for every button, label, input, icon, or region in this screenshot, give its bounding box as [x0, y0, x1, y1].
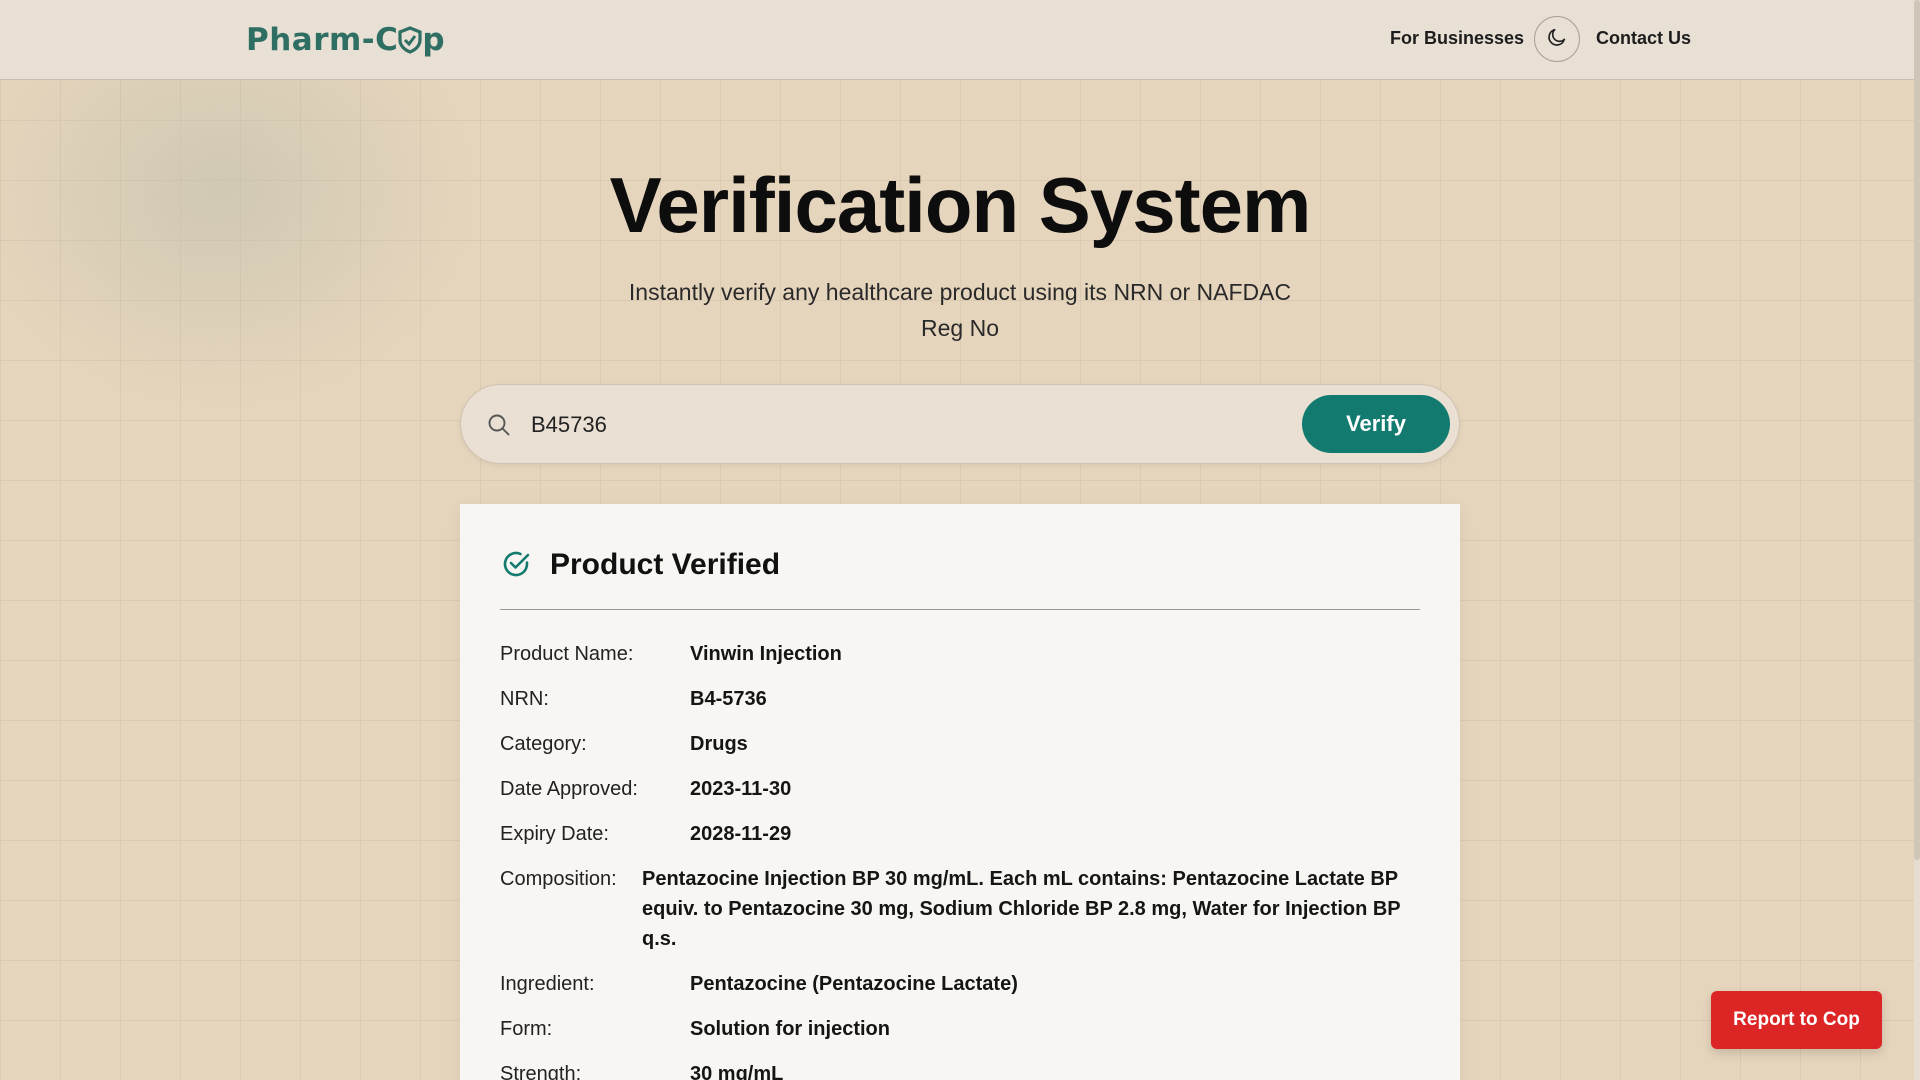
result-title: Product Verified: [550, 548, 781, 581]
product-details: Product Name: Vinwin Injection NRN: B4-5…: [500, 639, 1420, 1080]
detail-value: Pentazocine (Pentazocine Lactate): [690, 973, 1018, 995]
pharm-cop-logo[interactable]: Pharm-C p: [246, 22, 445, 62]
detail-row-ingredient: Ingredient: Pentazocine (Pentazocine Lac…: [500, 969, 1420, 999]
shield-check-icon: [398, 26, 423, 62]
search-input[interactable]: [531, 405, 1231, 445]
detail-row-date-approved: Date Approved: 2023-11-30: [500, 774, 1420, 804]
result-header: Product Verified: [500, 544, 1420, 610]
detail-label: Composition:: [500, 868, 617, 890]
logo-text-prefix: Pharm-C: [246, 22, 399, 58]
detail-value: Solution for injection: [690, 1018, 890, 1040]
search-bar: Verify: [460, 384, 1460, 464]
detail-label: Strength:: [500, 1063, 582, 1080]
scrollbar-thumb[interactable]: [1914, 0, 1920, 860]
detail-label: Ingredient:: [500, 973, 595, 995]
moon-icon: [1546, 26, 1568, 53]
detail-value: Pentazocine Injection BP 30 mg/mL. Each …: [642, 868, 1401, 950]
detail-value: Vinwin Injection: [690, 643, 842, 665]
detail-row-product-name: Product Name: Vinwin Injection: [500, 639, 1420, 669]
detail-label: NRN:: [500, 688, 549, 710]
detail-label: Product Name:: [500, 643, 634, 665]
top-navbar: Pharm-C p For Businesses Contact Us: [0, 0, 1914, 80]
search-icon: [487, 413, 511, 442]
page-subtitle: Instantly verify any healthcare product …: [628, 279, 1292, 341]
report-to-cop-button[interactable]: Report to Cop: [1711, 991, 1882, 1049]
detail-value: 30 mg/mL: [690, 1063, 784, 1080]
detail-value: B4-5736: [690, 688, 767, 710]
detail-value: Drugs: [690, 733, 748, 755]
detail-row-expiry-date: Expiry Date: 2028-11-29: [500, 819, 1420, 849]
detail-row-nrn: NRN: B4-5736: [500, 684, 1420, 714]
detail-row-form: Form: Solution for injection: [500, 1014, 1420, 1044]
theme-toggle-button[interactable]: [1534, 16, 1580, 62]
detail-label: Category:: [500, 733, 587, 755]
nav-contact-us-link[interactable]: Contact Us: [1596, 28, 1691, 49]
verification-result-card: Product Verified Product Name: Vinwin In…: [460, 504, 1460, 1080]
detail-value: 2023-11-30: [690, 778, 792, 800]
detail-label: Form:: [500, 1018, 553, 1040]
page-title: Verification System: [609, 161, 1312, 249]
detail-value: 2028-11-29: [690, 823, 792, 845]
detail-row-category: Category: Drugs: [500, 729, 1420, 759]
nav-for-businesses-link[interactable]: For Businesses: [1390, 28, 1524, 49]
detail-row-composition: Composition: Pentazocine Injection BP 30…: [500, 864, 1420, 954]
detail-label: Date Approved:: [500, 778, 638, 800]
logo-text-suffix: p: [422, 22, 446, 58]
detail-row-strength: Strength: 30 mg/mL: [500, 1059, 1420, 1080]
detail-label: Expiry Date:: [500, 823, 609, 845]
check-circle-icon: [500, 548, 532, 585]
verify-button[interactable]: Verify: [1302, 395, 1450, 453]
